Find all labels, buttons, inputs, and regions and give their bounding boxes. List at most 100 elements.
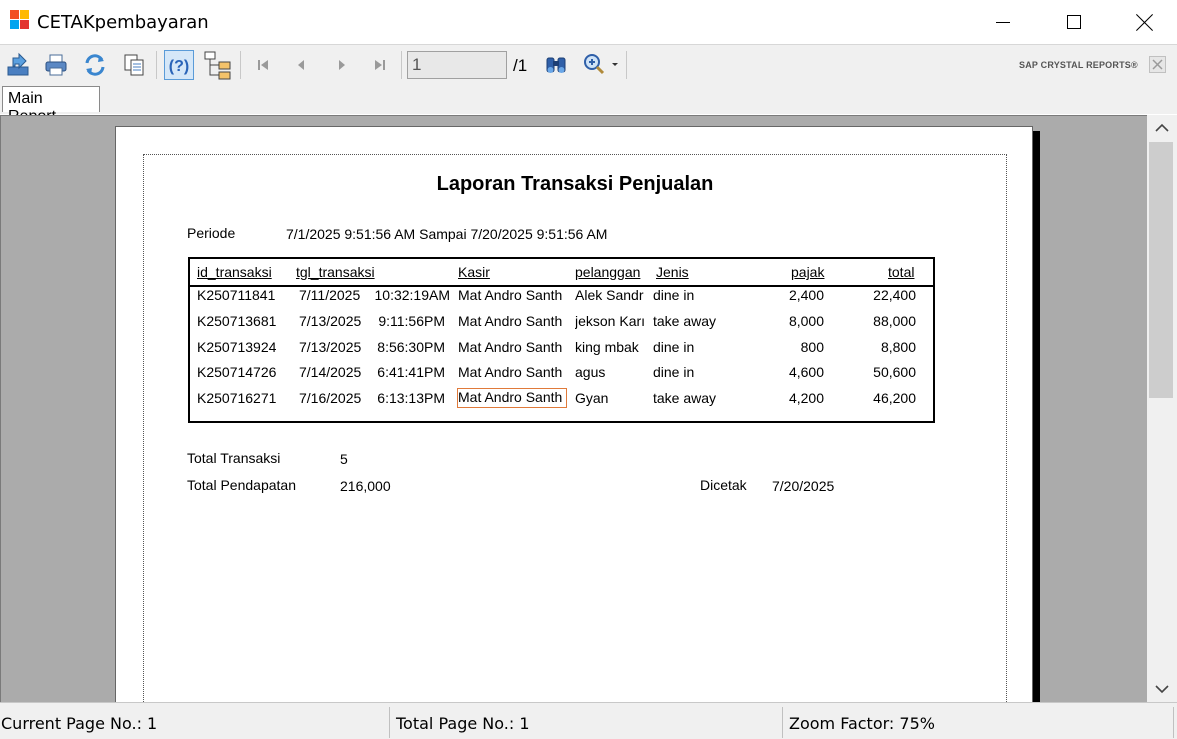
cell-id: K250714726 <box>197 364 277 380</box>
print-icon <box>45 54 67 76</box>
total-pendapatan-value: 216,000 <box>340 478 391 494</box>
cell-jenis: dine in <box>653 287 695 303</box>
total-transaksi-label: Total Transaksi <box>187 450 281 466</box>
window-title: CETAKpembayaran <box>37 12 209 33</box>
group-tree-button[interactable] <box>203 50 233 80</box>
total-pendapatan-label: Total Pendapatan <box>187 477 296 493</box>
cell-pajak: 4,600 <box>788 364 824 380</box>
copy-button[interactable] <box>119 50 149 80</box>
zoom-button[interactable] <box>580 50 622 80</box>
cell-kasir: Mat Andro Santh <box>458 287 563 303</box>
report-viewer[interactable]: Laporan Transaksi Penjualan Periode 7/1/… <box>0 115 1147 702</box>
cell-kasir: Mat Andro Santh <box>458 313 563 329</box>
periode-label: Periode <box>187 225 236 241</box>
status-bar: Current Page No.: 1 Total Page No.: 1 Zo… <box>0 702 1177 739</box>
close-button[interactable] <box>1116 0 1174 44</box>
cell-id: K250713924 <box>197 339 277 355</box>
cell-id: K250711841 <box>197 287 276 303</box>
column-header: pelanggan <box>575 264 641 280</box>
maximize-icon <box>1067 15 1081 29</box>
first-page-button[interactable] <box>248 50 278 80</box>
close-icon <box>1152 59 1163 70</box>
cell-kasir-selected[interactable]: Mat Andro Santh <box>457 388 567 408</box>
report-toolbar: (?) /1 <box>0 44 1177 84</box>
close-icon <box>1136 13 1154 31</box>
total-transaksi-value: 5 <box>340 451 348 467</box>
chevron-up-icon <box>1155 123 1169 132</box>
column-header: tgl_transaksi <box>296 264 375 280</box>
dicetak-value: 7/20/2025 <box>772 478 835 494</box>
status-zoom: Zoom Factor: 75% <box>788 707 1174 738</box>
report-tab-bar: Main Report <box>0 84 1177 125</box>
report-page: Laporan Transaksi Penjualan Periode 7/1/… <box>115 126 1033 702</box>
tab-main-report[interactable]: Main Report <box>2 86 100 125</box>
column-header: total <box>888 264 915 280</box>
help-button[interactable]: (?) <box>164 50 194 80</box>
cell-time: 6:41:41PM <box>377 364 445 380</box>
page-number-input[interactable] <box>407 51 507 79</box>
export-icon <box>7 52 29 76</box>
page-total-label: /1 <box>513 56 528 75</box>
group-tree-icon <box>204 51 231 80</box>
dicetak-label: Dicetak <box>700 477 747 493</box>
chevron-down-icon <box>1155 685 1169 694</box>
refresh-icon <box>85 54 105 76</box>
scroll-thumb[interactable] <box>1149 142 1173 398</box>
transaction-table: id_transaksi tgl_transaksi Kasir pelangg… <box>188 257 935 423</box>
vertical-scrollbar[interactable] <box>1147 115 1177 702</box>
cell-pelanggan: agus <box>575 364 606 380</box>
previous-page-button[interactable] <box>286 50 316 80</box>
cell-total: 88,000 <box>873 313 916 329</box>
cell-id: K250716271 <box>197 390 277 406</box>
cell-pajak: 8,000 <box>788 313 824 329</box>
column-header: pajak <box>791 264 825 280</box>
column-header: id_transaksi <box>197 264 272 280</box>
maximize-button[interactable] <box>1045 0 1103 44</box>
cell-pajak: 2,400 <box>788 287 824 303</box>
periode-value: 7/1/2025 9:51:56 AM Sampai 7/20/2025 9:5… <box>286 226 608 242</box>
cell-pajak: 800 <box>800 339 824 355</box>
print-button[interactable] <box>41 50 71 80</box>
cell-time: 6:13:13PM <box>377 390 445 406</box>
previous-page-icon <box>298 60 304 70</box>
column-header: Kasir <box>458 264 490 280</box>
title-bar: CETAKpembayaran <box>0 0 1177 44</box>
cell-time: 9:11:56PM <box>378 313 445 329</box>
cell-time: 8:56:30PM <box>377 339 445 355</box>
first-page-icon <box>258 60 268 70</box>
minimize-button[interactable] <box>974 0 1032 44</box>
binoculars-icon <box>546 57 566 73</box>
cell-pajak: 4,200 <box>788 390 824 406</box>
zoom-icon <box>584 54 618 75</box>
cell-pelanggan: king mbak <box>575 339 639 355</box>
find-button[interactable] <box>541 50 571 80</box>
status-current-page: Current Page No.: 1 <box>0 707 390 738</box>
cell-date: 7/16/2025 <box>299 390 362 406</box>
report-title: Laporan Transaksi Penjualan <box>436 173 714 195</box>
sap-brand-label: SAP CRYSTAL REPORTS® <box>1019 60 1138 70</box>
export-button[interactable] <box>3 50 33 80</box>
cell-total: 22,400 <box>873 287 916 303</box>
cell-kasir: Mat Andro Santh <box>458 339 563 355</box>
close-viewer-button[interactable] <box>1149 56 1166 73</box>
status-total-page: Total Page No.: 1 <box>395 707 783 738</box>
minimize-icon <box>996 21 1010 23</box>
cell-date: 7/13/2025 <box>299 313 362 329</box>
cell-date: 7/11/2025 <box>299 287 361 303</box>
refresh-button[interactable] <box>80 50 110 80</box>
cell-total: 50,600 <box>873 364 916 380</box>
cell-jenis: dine in <box>653 364 695 380</box>
cell-pelanggan: Gyan <box>575 390 609 406</box>
scroll-up-button[interactable] <box>1147 115 1177 141</box>
cell-kasir: Mat Andro Santh <box>458 364 563 380</box>
help-icon: (?) <box>169 58 189 75</box>
cell-pelanggan: Alek Sandr <box>575 287 644 303</box>
cell-total: 46,200 <box>873 390 916 406</box>
next-page-button[interactable] <box>327 50 357 80</box>
cell-jenis: take away <box>653 390 717 406</box>
cell-jenis: dine in <box>653 339 695 355</box>
last-page-button[interactable] <box>365 50 395 80</box>
svg-text:(?): (?) <box>169 58 189 75</box>
cell-date: 7/13/2025 <box>299 339 362 355</box>
scroll-down-button[interactable] <box>1147 676 1177 702</box>
